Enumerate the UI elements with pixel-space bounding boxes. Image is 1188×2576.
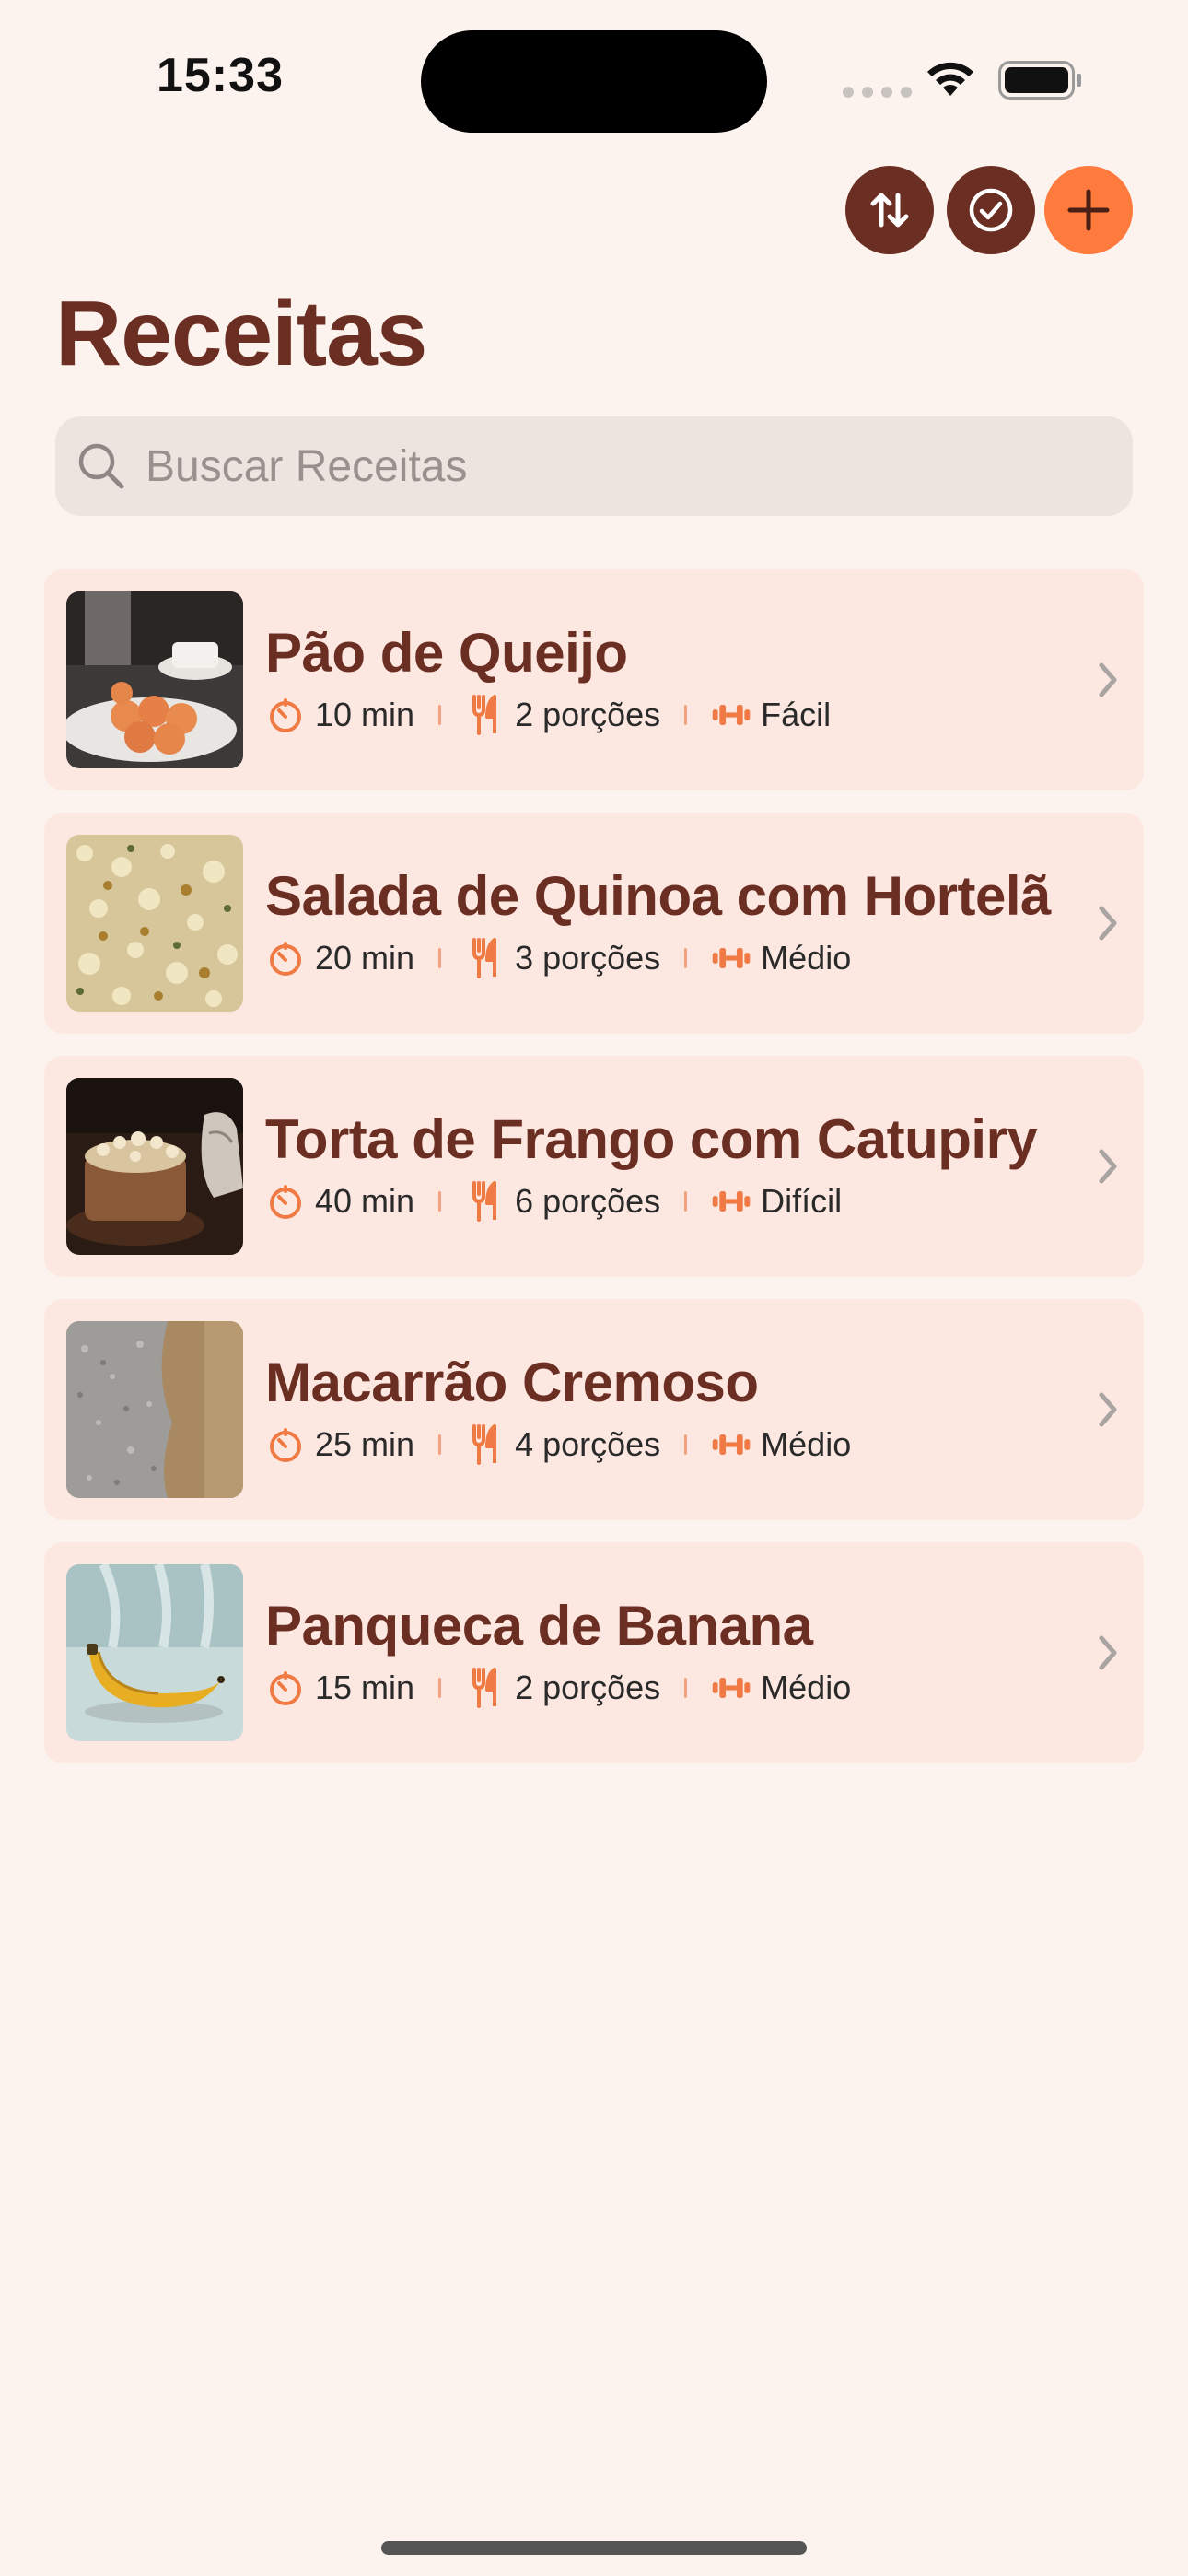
wifi-icon	[927, 62, 973, 96]
arrow-up-down-icon	[870, 193, 909, 228]
recipe-servings: 3 porções	[515, 939, 661, 977]
fork-knife-icon	[465, 1181, 506, 1222]
recipe-thumbnail	[66, 1564, 243, 1741]
recipe-difficulty: Fácil	[761, 696, 832, 733]
chevron-right-icon	[1099, 1149, 1117, 1184]
recipe-time: 10 min	[315, 696, 415, 733]
checkmark-circle-icon	[969, 188, 1013, 232]
fork-knife-icon	[465, 1668, 506, 1708]
recipe-thumbnail	[66, 1321, 243, 1498]
recipe-card-macarrao-cremoso[interactable]: Macarrão Cremoso 25 min 4 porções Médio	[44, 1299, 1144, 1520]
recipe-name: Torta de Frango com Catupiry	[265, 1108, 1038, 1170]
cellular-signal-icon	[843, 87, 912, 98]
recipe-meta: 10 min 2 porções Fácil	[265, 695, 831, 735]
add-recipe-button[interactable]	[1044, 166, 1133, 254]
chevron-right-icon	[1099, 1635, 1117, 1670]
fork-knife-icon	[465, 938, 506, 978]
recipe-difficulty: Médio	[761, 939, 852, 977]
recipe-servings: 6 porções	[515, 1182, 661, 1220]
recipe-card-panqueca-de-banana[interactable]: Panqueca de Banana 15 min 2 porções Médi…	[44, 1542, 1144, 1763]
recipe-thumbnail	[66, 1078, 243, 1255]
fork-knife-icon	[465, 1424, 506, 1465]
chevron-right-icon	[1099, 662, 1117, 697]
recipe-meta: 15 min 2 porções Médio	[265, 1668, 851, 1708]
meta-divider	[684, 1434, 688, 1455]
recipe-card-pao-de-queijo[interactable]: Pão de Queijo 10 min 2 porções Fácil	[44, 569, 1144, 790]
timer-icon	[265, 938, 306, 978]
recipe-thumbnail	[66, 591, 243, 768]
dumbbell-icon	[711, 1668, 751, 1708]
meta-divider	[438, 1678, 442, 1698]
battery-icon	[998, 61, 1081, 100]
meta-divider	[438, 1434, 442, 1455]
fork-knife-icon	[465, 695, 506, 735]
meta-divider	[684, 1678, 688, 1698]
recipe-time: 40 min	[315, 1182, 415, 1220]
meta-divider	[438, 705, 442, 725]
status-time: 15:33	[157, 49, 284, 102]
home-indicator[interactable]	[381, 2541, 807, 2555]
dumbbell-icon	[711, 1181, 751, 1222]
timer-icon	[265, 1424, 306, 1465]
dumbbell-icon	[711, 938, 751, 978]
recipe-thumbnail	[66, 835, 243, 1012]
recipe-card-torta-de-frango[interactable]: Torta de Frango com Catupiry 40 min 6 po…	[44, 1056, 1144, 1277]
meta-divider	[438, 948, 442, 968]
dynamic-island	[421, 30, 767, 133]
recipe-difficulty: Médio	[761, 1669, 852, 1706]
recipes-screen: 15:33 Receitas Buscar Receitas Pão de Qu…	[0, 0, 1188, 2576]
recipe-servings: 4 porções	[515, 1425, 661, 1463]
recipe-time: 20 min	[315, 939, 415, 977]
recipe-servings: 2 porções	[515, 1669, 661, 1706]
page-title: Receitas	[55, 282, 427, 385]
meta-divider	[684, 948, 688, 968]
search-input[interactable]	[144, 439, 1068, 493]
chevron-right-icon	[1099, 1392, 1117, 1427]
plus-icon	[1067, 189, 1110, 231]
recipe-name: Macarrão Cremoso	[265, 1352, 759, 1413]
recipe-name: Pão de Queijo	[265, 622, 628, 684]
recipe-name: Panqueca de Banana	[265, 1595, 813, 1657]
recipe-name: Salada de Quinoa com Hortelã	[265, 865, 1051, 927]
meta-divider	[684, 705, 688, 725]
sort-button[interactable]	[845, 166, 934, 254]
recipe-meta: 25 min 4 porções Médio	[265, 1424, 851, 1465]
timer-icon	[265, 695, 306, 735]
dumbbell-icon	[711, 695, 751, 735]
meta-divider	[438, 1191, 442, 1212]
recipe-time: 15 min	[315, 1669, 415, 1706]
recipe-difficulty: Difícil	[761, 1182, 843, 1220]
search-bar[interactable]	[55, 416, 1133, 516]
timer-icon	[265, 1668, 306, 1708]
recipe-time: 25 min	[315, 1425, 415, 1463]
recipe-servings: 2 porções	[515, 696, 661, 733]
chevron-right-icon	[1099, 906, 1117, 941]
meta-divider	[684, 1191, 688, 1212]
select-button[interactable]	[947, 166, 1035, 254]
recipe-list: Pão de Queijo 10 min 2 porções Fácil Sal…	[44, 569, 1144, 1786]
recipe-meta: 40 min 6 porções Difícil	[265, 1181, 842, 1222]
dumbbell-icon	[711, 1424, 751, 1465]
recipe-difficulty: Médio	[761, 1425, 852, 1463]
timer-icon	[265, 1181, 306, 1222]
recipe-card-salada-de-quinoa[interactable]: Salada de Quinoa com Hortelã 20 min 3 po…	[44, 813, 1144, 1034]
recipe-meta: 20 min 3 porções Médio	[265, 938, 851, 978]
search-icon	[78, 443, 124, 489]
